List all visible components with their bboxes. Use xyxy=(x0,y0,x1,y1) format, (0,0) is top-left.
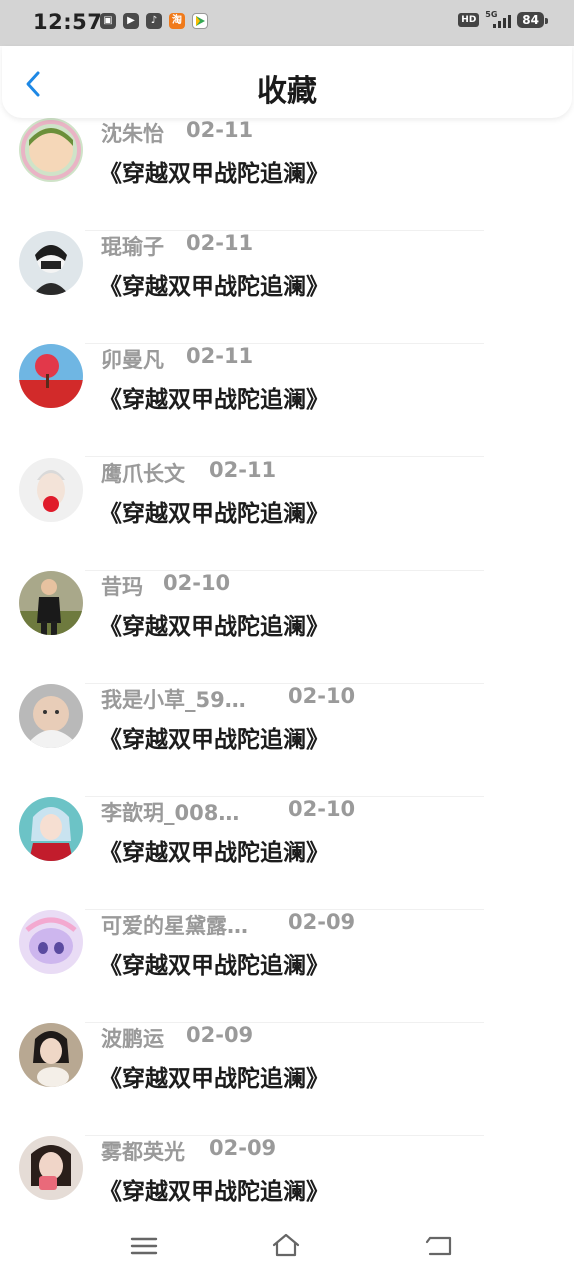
list-item[interactable]: 波鹏运 02-09 《穿越双甲战陀追澜》 xyxy=(0,1023,574,1136)
item-title: 《穿越双甲战陀追澜》 xyxy=(99,1066,329,1092)
list-item[interactable]: 我是小草_59… 02-10 《穿越双甲战陀追澜》 xyxy=(0,684,574,797)
list-item[interactable]: 鹰爪长文 02-11 《穿越双甲战陀追澜》 xyxy=(0,458,574,571)
item-title: 《穿越双甲战陀追澜》 xyxy=(99,387,329,413)
username: 我是小草_59… xyxy=(101,688,246,712)
system-nav-bar xyxy=(0,1212,574,1280)
list-item[interactable]: 李歆玥_008… 02-10 《穿越双甲战陀追澜》 xyxy=(0,797,574,910)
status-bar: 12:57 ▣ ▶ ♪ 淘 HD 5G 84 xyxy=(0,0,574,46)
nav-header: 收藏 xyxy=(2,46,572,118)
date: 02-09 xyxy=(209,1136,277,1160)
date: 02-11 xyxy=(209,458,277,482)
username: 鹰爪长文 xyxy=(101,462,185,486)
avatar[interactable] xyxy=(19,231,83,295)
avatar[interactable] xyxy=(19,118,83,182)
favorites-list[interactable]: 沈朱怡 02-11 《穿越双甲战陀追澜》 琨瑜子 02-11 《穿越双甲战陀追澜… xyxy=(0,100,574,1210)
list-item[interactable]: 沈朱怡 02-11 《穿越双甲战陀追澜》 xyxy=(0,118,574,231)
battery-icon: 84 xyxy=(517,12,548,28)
divider xyxy=(85,456,484,457)
play-icon xyxy=(192,13,208,29)
username: 李歆玥_008… xyxy=(101,801,240,825)
gallery-icon: ▣ xyxy=(100,13,116,29)
avatar[interactable] xyxy=(19,684,83,748)
item-title: 《穿越双甲战陀追澜》 xyxy=(99,614,329,640)
list-item[interactable]: 琨瑜子 02-11 《穿越双甲战陀追澜》 xyxy=(0,231,574,344)
home-button[interactable] xyxy=(271,1232,301,1260)
item-title: 《穿越双甲战陀追澜》 xyxy=(99,1179,329,1205)
menu-button[interactable] xyxy=(129,1232,159,1260)
hd-icon: HD xyxy=(458,13,480,27)
date: 02-10 xyxy=(288,797,356,821)
item-title: 《穿越双甲战陀追澜》 xyxy=(99,161,329,187)
menu-icon xyxy=(130,1237,158,1255)
username: 可爱的星黛露… xyxy=(101,914,248,938)
item-title: 《穿越双甲战陀追澜》 xyxy=(99,727,329,753)
date: 02-09 xyxy=(186,1023,254,1047)
item-title: 《穿越双甲战陀追澜》 xyxy=(99,501,329,527)
home-icon xyxy=(272,1233,300,1257)
video-icon: ▶ xyxy=(123,13,139,29)
avatar[interactable] xyxy=(19,1023,83,1087)
list-item[interactable]: 雾都英光 02-09 《穿越双甲战陀追澜》 xyxy=(0,1136,574,1210)
system-indicators: HD 5G 84 xyxy=(458,10,548,28)
list-item[interactable]: 可爱的星黛露… 02-09 《穿越双甲战陀追澜》 xyxy=(0,910,574,1023)
avatar[interactable] xyxy=(19,1136,83,1200)
avatar[interactable] xyxy=(19,797,83,861)
notification-icons: ▣ ▶ ♪ 淘 xyxy=(100,13,208,29)
network-type: 5G xyxy=(485,10,498,19)
date: 02-11 xyxy=(186,344,254,368)
username: 雾都英光 xyxy=(101,1140,185,1164)
username: 琨瑜子 xyxy=(101,235,164,259)
avatar[interactable] xyxy=(19,344,83,408)
date: 02-09 xyxy=(288,910,356,934)
item-title: 《穿越双甲战陀追澜》 xyxy=(99,953,329,979)
signal-icon: 5G xyxy=(485,10,512,28)
avatar[interactable] xyxy=(19,910,83,974)
item-title: 《穿越双甲战陀追澜》 xyxy=(99,274,329,300)
list-item[interactable]: 卯曼凡 02-11 《穿越双甲战陀追澜》 xyxy=(0,344,574,457)
date: 02-10 xyxy=(288,684,356,708)
date: 02-11 xyxy=(186,231,254,255)
avatar[interactable] xyxy=(19,571,83,635)
back-nav-button[interactable] xyxy=(424,1232,454,1260)
tiktok-icon: ♪ xyxy=(146,13,162,29)
username: 波鹏运 xyxy=(101,1027,164,1051)
date: 02-10 xyxy=(163,571,231,595)
item-title: 《穿越双甲战陀追澜》 xyxy=(99,840,329,866)
status-time: 12:57 xyxy=(33,10,103,34)
page-title: 收藏 xyxy=(257,74,317,109)
username: 昔玛 xyxy=(101,575,143,599)
taobao-icon: 淘 xyxy=(169,13,185,29)
back-icon xyxy=(425,1236,452,1256)
avatar[interactable] xyxy=(19,458,83,522)
date: 02-11 xyxy=(186,118,254,142)
username: 卯曼凡 xyxy=(101,348,164,372)
username: 沈朱怡 xyxy=(101,122,164,146)
list-item[interactable]: 昔玛 02-10 《穿越双甲战陀追澜》 xyxy=(0,571,574,684)
